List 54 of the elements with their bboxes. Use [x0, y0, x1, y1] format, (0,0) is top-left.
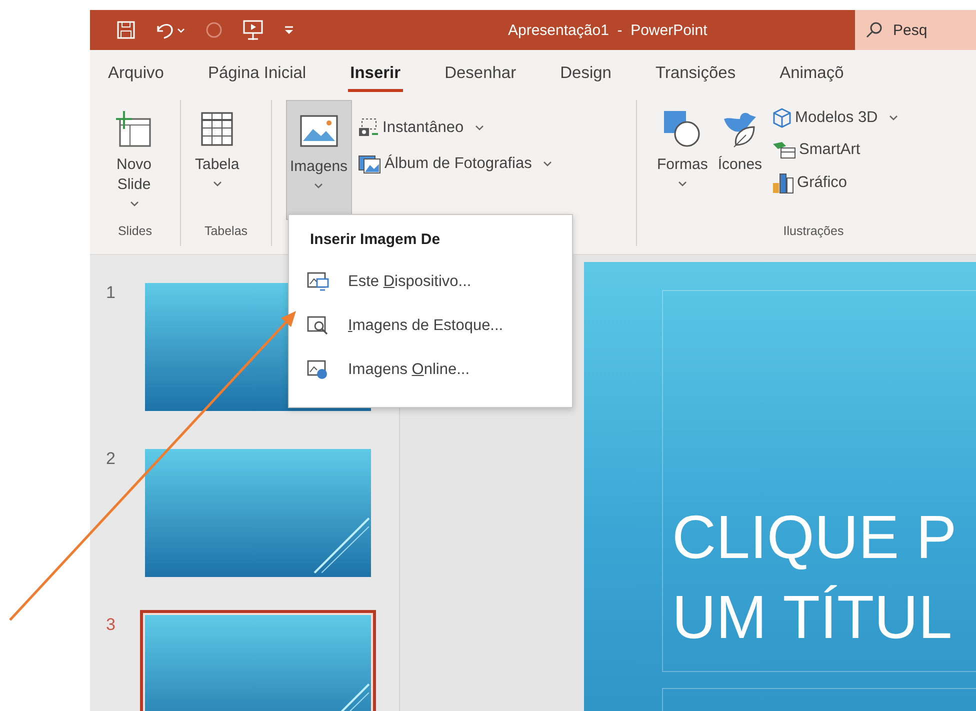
ribbon-button[interactable]: Ícones — [714, 100, 766, 184]
caret-icon — [542, 161, 552, 167]
slide-number: 1 — [105, 283, 116, 303]
picture-monitor-icon — [307, 272, 329, 292]
group-label: Tabelas — [204, 224, 248, 240]
picture-icon — [300, 115, 338, 147]
ribbon-tab[interactable]: Desenhar — [442, 58, 518, 92]
search-icon — [865, 21, 883, 39]
window-title: Apresentação1 - PowerPoint — [508, 22, 708, 38]
new-slide-icon — [116, 109, 152, 149]
shapes-icon — [662, 109, 702, 149]
slide-title: UM TÍTUL — [672, 582, 954, 653]
presentation-icon[interactable] — [242, 19, 264, 41]
menu-heading: Inserir Imagem De — [309, 231, 442, 248]
table-icon — [200, 111, 234, 147]
save-icon[interactable] — [116, 20, 136, 40]
ribbon-button[interactable]: Instantâneo — [356, 116, 554, 140]
ribbon-button[interactable]: Novo Slide — [100, 100, 168, 216]
picture-globe-icon — [307, 360, 329, 380]
caret-icon — [474, 125, 484, 131]
ribbon-button[interactable]: Modelos 3D — [770, 106, 900, 130]
ribbon-button[interactable]: Gráfico — [770, 170, 900, 196]
ribbon-button[interactable]: Álbum de Fotografias — [356, 152, 554, 176]
menu-item[interactable]: Imagens de Estoque... — [289, 310, 572, 342]
caret-icon — [678, 181, 687, 187]
slide-number: 3 — [105, 615, 116, 635]
picture-search-icon — [307, 316, 329, 336]
photo-album-icon — [358, 154, 382, 174]
ribbon-tab[interactable]: Animaçõ — [778, 58, 846, 92]
bar-chart-icon — [772, 172, 794, 194]
ribbon-tab[interactable]: Arquivo — [106, 58, 166, 92]
slide-title: CLIQUE P — [672, 502, 958, 573]
caret-icon — [130, 201, 138, 207]
cube-icon — [772, 108, 792, 128]
group-label: Ilustrações — [783, 224, 844, 240]
menu-item[interactable]: Este Dispositivo... — [289, 266, 572, 298]
search-field[interactable]: Pesq — [893, 22, 953, 38]
ribbon-tab[interactable]: Página Inicial — [206, 58, 308, 92]
diagram-icon — [772, 140, 796, 160]
caret-icon — [212, 181, 222, 187]
ribbon-button[interactable]: Tabela — [191, 100, 244, 196]
caret-icon — [314, 183, 324, 189]
ribbon-tab[interactable]: Transições — [653, 58, 738, 92]
ribbon-button[interactable]: Imagens — [286, 100, 352, 220]
group-label: Slides — [118, 224, 152, 240]
ribbon-button[interactable]: Formas — [653, 100, 712, 196]
screenshot-icon — [358, 118, 380, 138]
caret-icon — [888, 115, 898, 121]
ribbon-tab[interactable]: Design — [558, 58, 614, 92]
ribbon-tab[interactable]: Inserir — [348, 58, 403, 92]
slide-thumbnail[interactable] — [140, 610, 376, 711]
slide-number: 2 — [105, 449, 116, 469]
menu-item[interactable]: Imagens Online... — [289, 354, 572, 386]
ribbon-button[interactable]: SmartArt — [770, 138, 900, 162]
